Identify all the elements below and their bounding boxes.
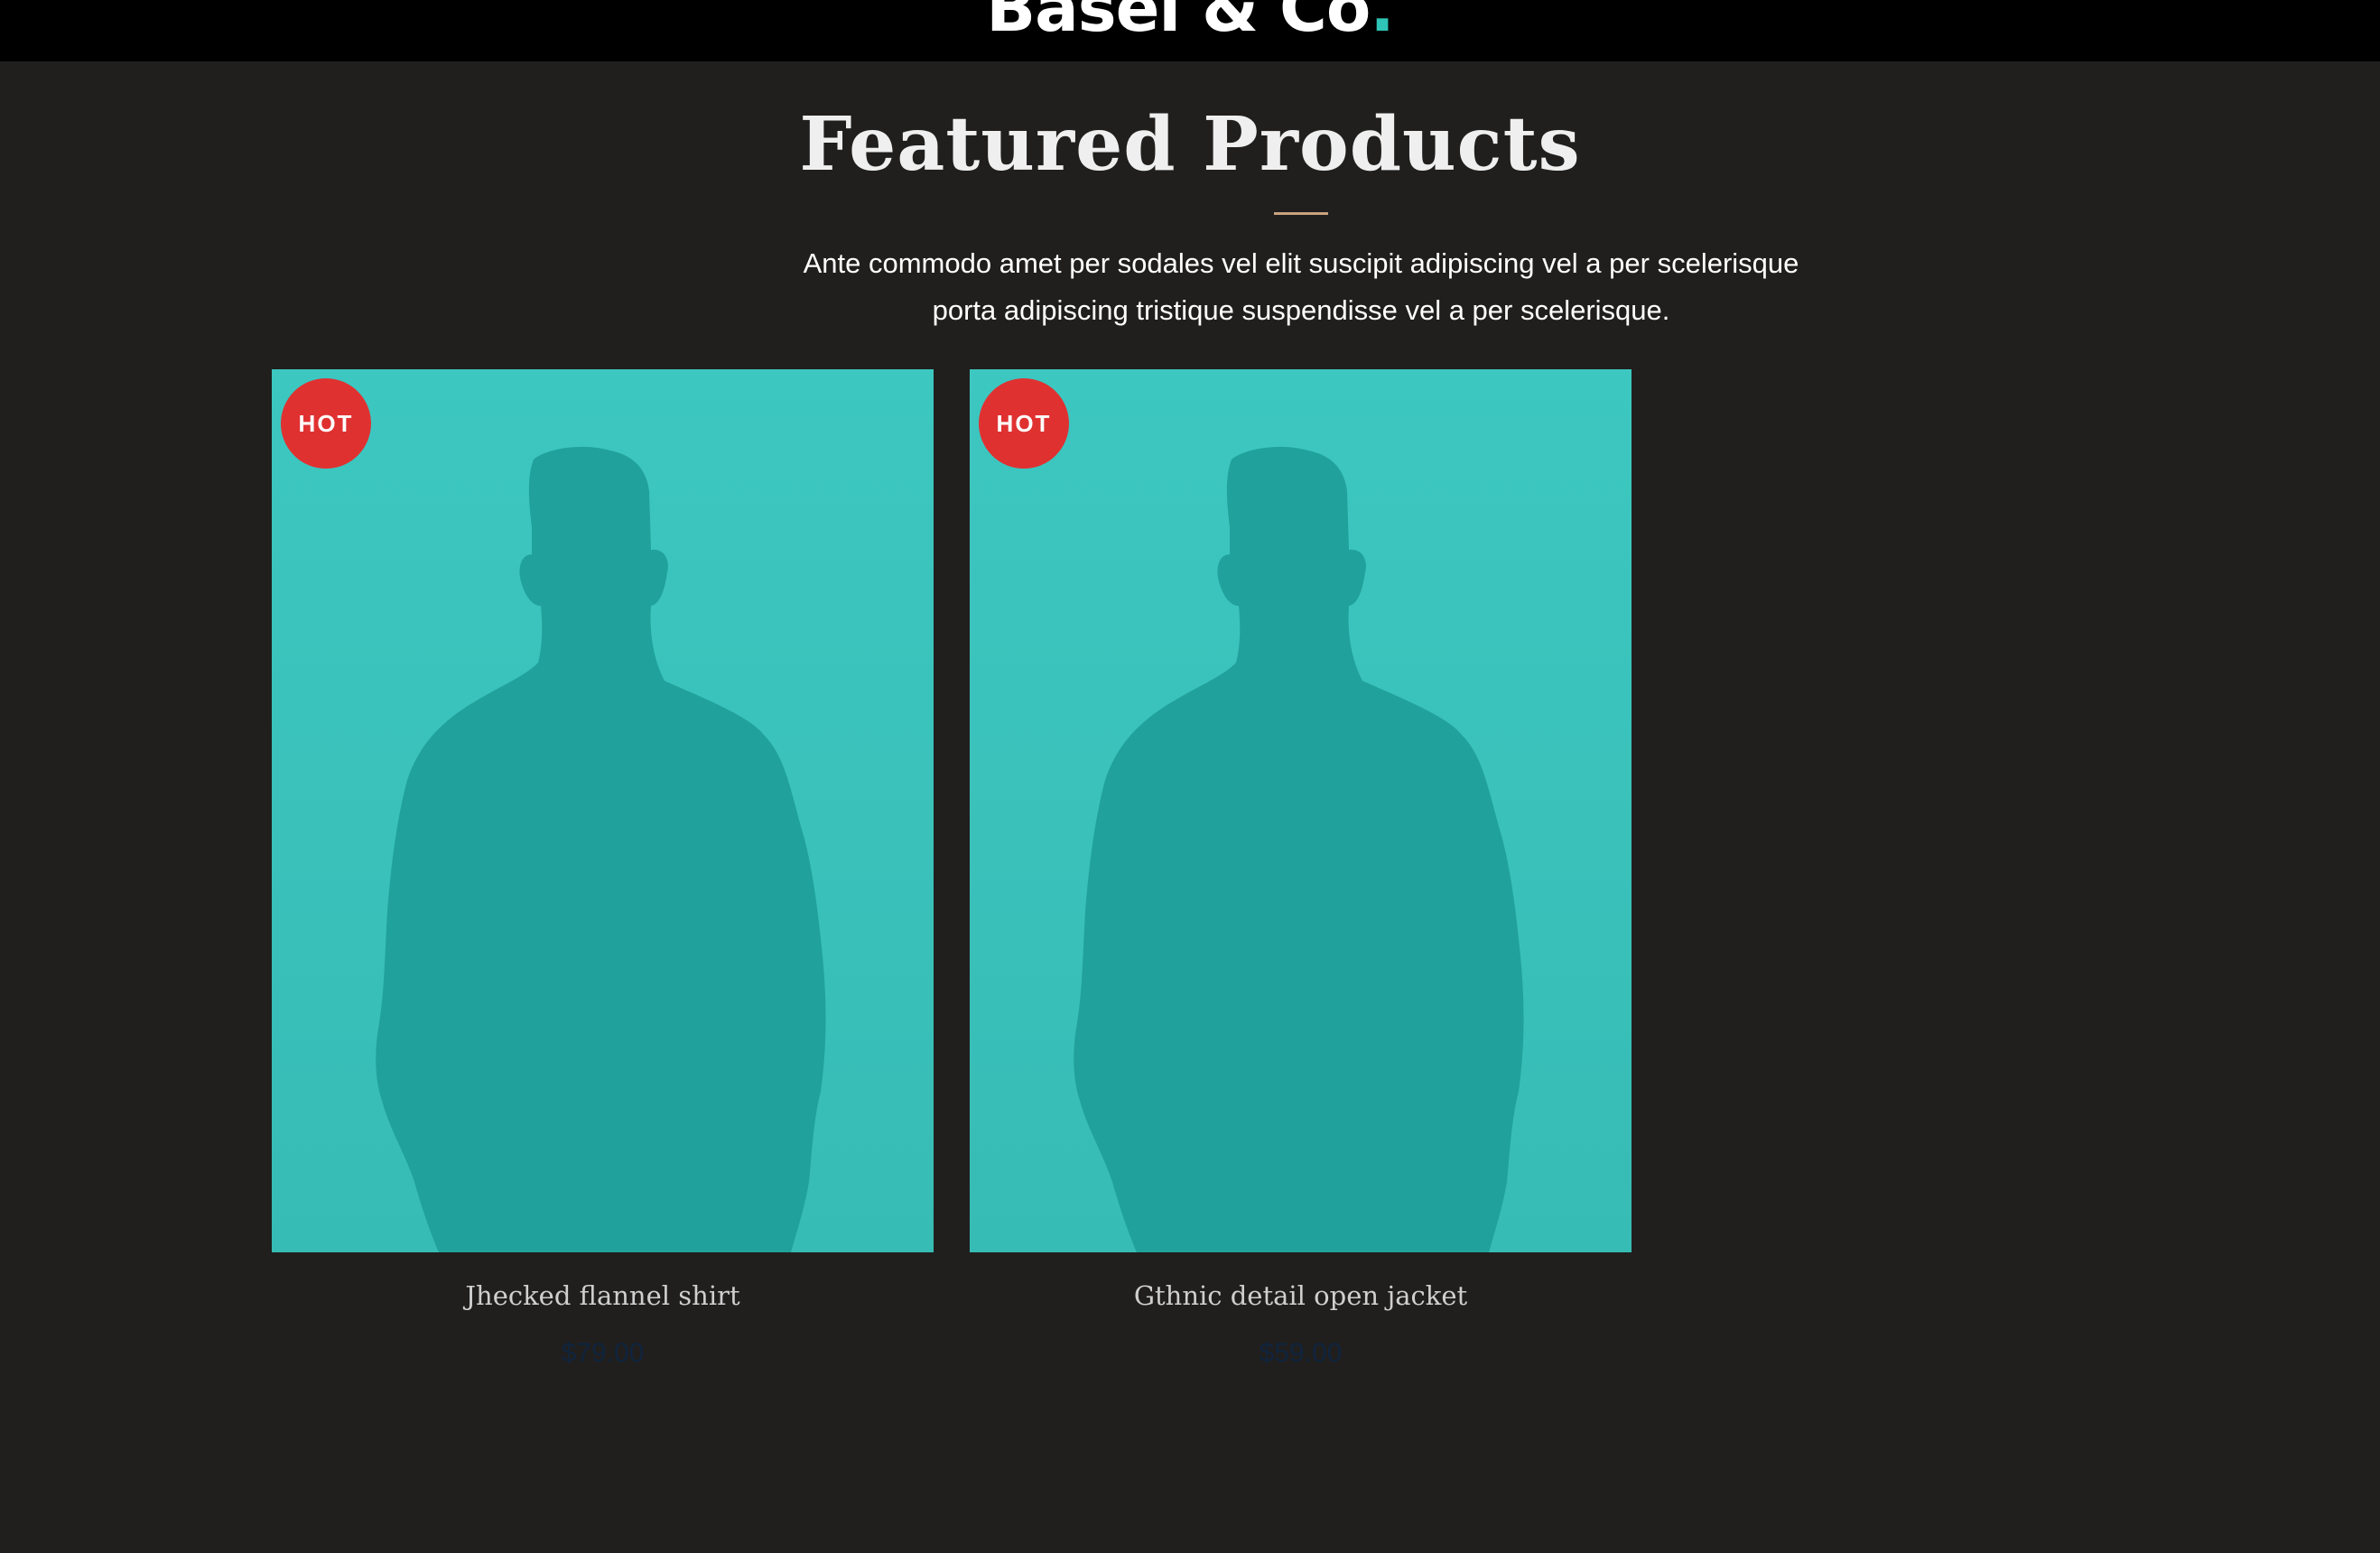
section-title: Featured Products: [799, 101, 1581, 188]
hot-badge: HOT: [979, 378, 1069, 469]
section-description: Ante commodo amet per sodales vel elit s…: [803, 247, 1799, 326]
brand-name: Basel & Co: [986, 0, 1371, 46]
product-image[interactable]: HOT: [970, 369, 1632, 1252]
product-name[interactable]: Gthnic detail open jacket: [970, 1278, 1632, 1314]
product-image[interactable]: HOT: [272, 369, 934, 1252]
title-divider: [1274, 212, 1328, 215]
site-header: Basel & Co.: [0, 0, 2380, 61]
product-card[interactable]: HOT Gthnic detail open jacket $59.00: [970, 369, 1632, 1372]
product-card[interactable]: HOT Jhecked flannel shirt $79.00: [272, 369, 934, 1372]
person-silhouette-icon: [1074, 446, 1524, 1252]
brand-dot: .: [1370, 0, 1394, 46]
product-price: $79.00: [561, 1338, 645, 1368]
person-silhouette-icon: [376, 446, 826, 1252]
hot-badge: HOT: [281, 378, 371, 469]
product-name[interactable]: Jhecked flannel shirt: [272, 1278, 934, 1314]
brand-logo[interactable]: Basel & Co.: [0, 0, 2380, 49]
product-price: $59.00: [1259, 1338, 1343, 1368]
